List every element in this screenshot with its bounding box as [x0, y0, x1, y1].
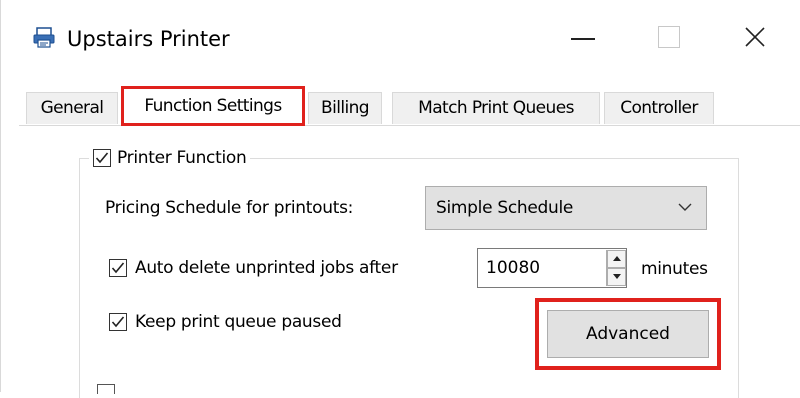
- spin-down-button[interactable]: [607, 268, 626, 286]
- check-icon: [95, 152, 109, 164]
- keep-paused-checkbox[interactable]: [109, 313, 127, 331]
- auto-delete-label: Auto delete unprinted jobs after: [135, 258, 398, 278]
- printer-icon: [33, 27, 55, 48]
- tab-controller[interactable]: Controller: [604, 92, 714, 124]
- keep-paused-row: Keep print queue paused: [109, 312, 342, 332]
- maximize-button[interactable]: [646, 18, 690, 58]
- next-checkbox-partial[interactable]: [97, 384, 115, 394]
- tab-function-settings[interactable]: Function Settings: [121, 86, 305, 126]
- printer-function-checkbox[interactable]: [93, 149, 111, 167]
- tab-match-print-queues[interactable]: Match Print Queues: [392, 92, 600, 124]
- window-title: Upstairs Printer: [67, 27, 230, 51]
- pricing-schedule-value: Simple Schedule: [436, 198, 574, 218]
- spin-up-button[interactable]: [607, 250, 626, 268]
- auto-delete-minutes-input[interactable]: 10080: [477, 248, 627, 288]
- keep-paused-label: Keep print queue paused: [135, 312, 342, 332]
- tab-general[interactable]: General: [26, 92, 118, 124]
- printer-properties-window: Upstairs Printer General Function Settin…: [0, 0, 800, 398]
- printer-function-label: Printer Function: [117, 148, 247, 168]
- auto-delete-checkbox[interactable]: [109, 259, 127, 277]
- chevron-down-icon: [678, 203, 692, 211]
- advanced-button[interactable]: Advanced: [547, 310, 709, 358]
- minimize-button[interactable]: [561, 18, 605, 58]
- pricing-schedule-label: Pricing Schedule for printouts:: [105, 198, 354, 218]
- printer-function-legend: Printer Function: [89, 145, 251, 171]
- minutes-spinner: [606, 250, 626, 286]
- tab-billing[interactable]: Billing: [308, 92, 382, 124]
- check-icon: [111, 262, 125, 274]
- title-bar[interactable]: Upstairs Printer: [1, 0, 800, 80]
- check-icon: [111, 316, 125, 328]
- pricing-schedule-select[interactable]: Simple Schedule: [425, 186, 707, 230]
- minutes-unit-label: minutes: [641, 259, 708, 279]
- close-icon: [745, 27, 765, 47]
- close-button[interactable]: [733, 18, 777, 58]
- auto-delete-row: Auto delete unprinted jobs after: [109, 258, 398, 278]
